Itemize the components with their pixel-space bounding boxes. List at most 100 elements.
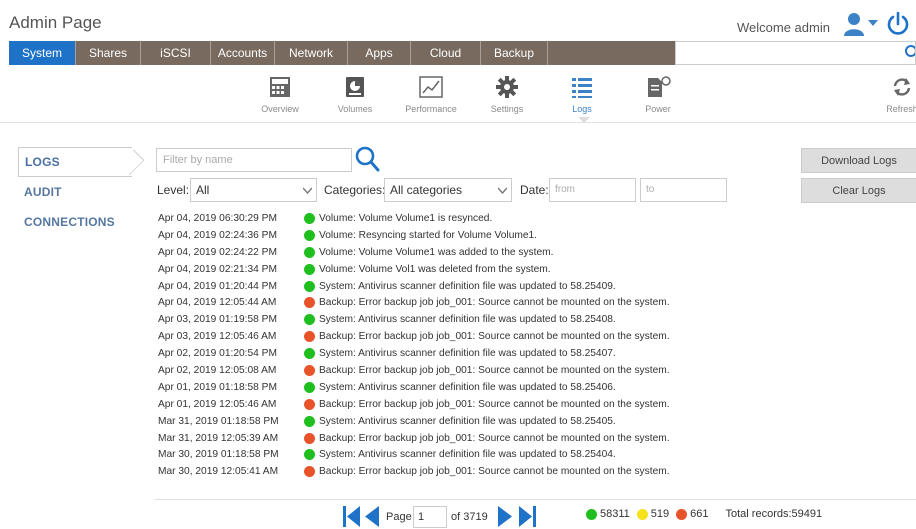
log-timestamp: Apr 03, 2019 01:19:58 PM bbox=[158, 314, 277, 326]
categories-label: Categories: bbox=[324, 183, 386, 197]
log-row: Apr 02, 2019 01:20:54 PM System: Antiviru… bbox=[158, 345, 758, 362]
overview-icon bbox=[265, 73, 295, 101]
divider bbox=[155, 499, 916, 500]
tab-network[interactable]: Network bbox=[275, 41, 348, 65]
toolbar-logs[interactable]: Logs bbox=[542, 73, 622, 114]
log-message: Backup: Error backup job job_001: Source… bbox=[319, 398, 670, 410]
log-message: System: Antivirus scanner definition fil… bbox=[319, 314, 616, 326]
logs-icon bbox=[567, 73, 597, 101]
toolbar-settings[interactable]: Settings bbox=[467, 73, 547, 114]
active-indicator bbox=[578, 117, 590, 123]
tab-shares[interactable]: Shares bbox=[76, 41, 141, 65]
tab-accounts[interactable]: Accounts bbox=[211, 41, 275, 65]
ok-status-icon bbox=[304, 314, 315, 326]
ok-status-icon bbox=[304, 381, 315, 393]
date-to-input[interactable]: to bbox=[640, 178, 727, 202]
side-nav: LOGS AUDIT CONNECTIONS bbox=[18, 147, 138, 237]
log-stats: 58311 519 661 Total records:59491 bbox=[586, 508, 822, 520]
log-row: Mar 31, 2019 01:18:58 PM System: Antiviru… bbox=[158, 413, 758, 430]
sidebar-item-audit[interactable]: AUDIT bbox=[18, 177, 138, 207]
log-message: System: Antivirus scanner definition fil… bbox=[319, 280, 616, 292]
performance-icon bbox=[416, 73, 446, 101]
error-status-icon bbox=[304, 364, 315, 376]
log-message: Backup: Error backup job job_001: Source… bbox=[319, 331, 670, 343]
power-icon[interactable] bbox=[886, 11, 910, 37]
settings-icon bbox=[492, 73, 522, 101]
warning-status-icon bbox=[636, 508, 648, 520]
search-icon[interactable] bbox=[354, 145, 380, 173]
refresh-icon bbox=[887, 73, 916, 101]
log-row: Mar 31, 2019 12:05:39 AM Backup: Error ba… bbox=[158, 430, 758, 447]
log-timestamp: Apr 02, 2019 12:05:08 AM bbox=[158, 364, 277, 376]
filter-name-input[interactable]: Filter by name bbox=[156, 148, 352, 172]
log-timestamp: Apr 01, 2019 12:05:46 AM bbox=[158, 398, 277, 410]
tab-cloud[interactable]: Cloud bbox=[411, 41, 481, 65]
ok-status-icon bbox=[304, 229, 315, 241]
toolbar-volumes[interactable]: Volumes bbox=[315, 73, 395, 114]
log-message: System: Antivirus scanner definition fil… bbox=[319, 415, 616, 427]
ok-status-icon bbox=[304, 449, 315, 461]
volumes-icon bbox=[340, 73, 370, 101]
global-search-input[interactable] bbox=[675, 41, 916, 65]
download-logs-button[interactable]: Download Logs bbox=[801, 148, 916, 173]
page-input[interactable]: 1 bbox=[413, 506, 447, 528]
error-status-icon bbox=[304, 466, 315, 478]
tab-backup[interactable]: Backup bbox=[481, 41, 548, 65]
ok-status-icon bbox=[304, 263, 315, 275]
toolbar-power[interactable]: Power bbox=[618, 73, 698, 114]
level-select[interactable]: All bbox=[190, 178, 317, 202]
log-row: Apr 02, 2019 12:05:08 AM Backup: Error ba… bbox=[158, 362, 758, 379]
log-message: Backup: Error backup job job_001: Source… bbox=[319, 466, 670, 478]
user-icon[interactable] bbox=[843, 12, 865, 36]
log-timestamp: Apr 04, 2019 02:24:22 PM bbox=[158, 246, 277, 258]
total-records: Total records:59491 bbox=[725, 508, 823, 520]
sidebar-item-connections[interactable]: CONNECTIONS bbox=[18, 207, 138, 237]
next-page-icon[interactable] bbox=[497, 505, 513, 528]
page-total: of 3719 bbox=[451, 511, 488, 523]
log-row: Apr 04, 2019 02:21:34 PM Volume: Volume V… bbox=[158, 261, 758, 278]
categories-select[interactable]: All categories bbox=[384, 178, 512, 202]
ok-status-icon bbox=[304, 415, 315, 427]
log-message: Backup: Error backup job job_001: Source… bbox=[319, 297, 670, 309]
log-timestamp: Mar 31, 2019 12:05:39 AM bbox=[158, 432, 279, 444]
first-page-icon[interactable] bbox=[343, 505, 361, 528]
ok-status-icon bbox=[304, 246, 315, 258]
tab-system[interactable]: System bbox=[9, 41, 76, 65]
toolbar-refresh[interactable]: Refresh bbox=[862, 73, 916, 114]
chevron-down-icon bbox=[498, 187, 507, 194]
prev-page-icon[interactable] bbox=[364, 505, 380, 528]
log-row: Mar 30, 2019 12:05:41 AM Backup: Error ba… bbox=[158, 463, 758, 480]
last-page-icon[interactable] bbox=[518, 505, 536, 528]
page-title: Admin Page bbox=[9, 13, 102, 32]
chevron-down-icon[interactable] bbox=[868, 19, 878, 27]
toolbar-performance[interactable]: Performance bbox=[391, 73, 471, 114]
date-from-input[interactable]: from bbox=[549, 178, 636, 202]
log-row: Apr 03, 2019 12:05:46 AM Backup: Error ba… bbox=[158, 328, 758, 345]
search-icon[interactable] bbox=[901, 45, 915, 61]
toolbar-overview[interactable]: Overview bbox=[240, 73, 320, 114]
ok-status-icon bbox=[304, 348, 315, 360]
log-timestamp: Apr 01, 2019 01:18:58 PM bbox=[158, 381, 277, 393]
log-timestamp: Apr 04, 2019 02:21:34 PM bbox=[158, 263, 277, 275]
tab-apps[interactable]: Apps bbox=[348, 41, 411, 65]
log-timestamp: Apr 04, 2019 02:24:36 PM bbox=[158, 229, 277, 241]
sidebar-item-logs[interactable]: LOGS bbox=[18, 147, 132, 177]
page-label: Page bbox=[386, 511, 412, 523]
stat-ok: 58311 bbox=[586, 508, 630, 520]
error-status-icon bbox=[304, 297, 315, 309]
error-status-icon bbox=[304, 432, 315, 444]
log-message: Volume: Volume Volume1 is resynced. bbox=[319, 212, 493, 224]
clear-logs-button[interactable]: Clear Logs bbox=[801, 178, 916, 203]
log-message: Volume: Volume Volume1 was added to the … bbox=[319, 246, 554, 258]
log-timestamp: Apr 04, 2019 06:30:29 PM bbox=[158, 212, 277, 224]
log-message: Backup: Error backup job job_001: Source… bbox=[319, 432, 670, 444]
log-message: Volume: Volume Vol1 was deleted from the… bbox=[319, 263, 551, 275]
log-message: System: Antivirus scanner definition fil… bbox=[319, 449, 616, 461]
error-status-icon bbox=[676, 508, 688, 520]
main-nav: System Shares iSCSI Accounts Network App… bbox=[9, 41, 916, 65]
tab-iscsi[interactable]: iSCSI bbox=[141, 41, 211, 65]
log-row: Apr 01, 2019 12:05:46 AM Backup: Error ba… bbox=[158, 396, 758, 413]
date-label: Date: bbox=[520, 183, 549, 197]
chevron-down-icon bbox=[303, 187, 312, 194]
log-timestamp: Apr 04, 2019 01:20:44 PM bbox=[158, 280, 277, 292]
